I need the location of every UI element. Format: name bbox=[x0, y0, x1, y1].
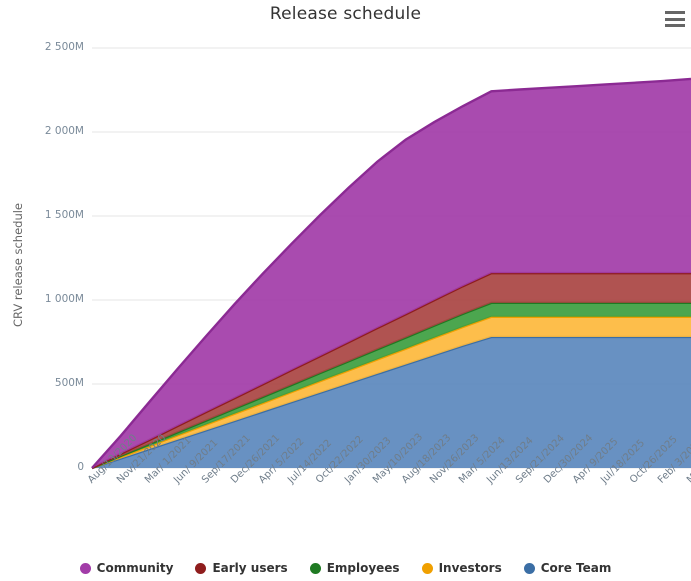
series-areas bbox=[91, 77, 691, 470]
legend-label: Investors bbox=[438, 561, 502, 575]
chart-legend: Community Early users Employees Investors Co… bbox=[0, 561, 691, 575]
legend-color-swatch bbox=[421, 562, 433, 574]
legend-item-employees[interactable]: Employees bbox=[309, 561, 400, 575]
legend-label: Employees bbox=[326, 561, 400, 575]
legend-label: Core Team bbox=[540, 561, 612, 575]
legend-item-core-team[interactable]: Core Team bbox=[523, 561, 612, 575]
legend-item-investors[interactable]: Investors bbox=[421, 561, 502, 575]
legend-item-community[interactable]: Community bbox=[79, 561, 174, 575]
legend-color-swatch bbox=[309, 562, 321, 574]
legend-color-swatch bbox=[195, 562, 207, 574]
legend-color-swatch bbox=[79, 562, 91, 574]
plot-area bbox=[91, 47, 691, 470]
chart-container: Release schedule CRV release schedule 05… bbox=[0, 0, 691, 581]
legend-item-early-users[interactable]: Early users bbox=[195, 561, 288, 575]
legend-color-swatch bbox=[523, 562, 535, 574]
legend-label: Early users bbox=[212, 561, 288, 575]
legend-label: Community bbox=[96, 561, 174, 575]
